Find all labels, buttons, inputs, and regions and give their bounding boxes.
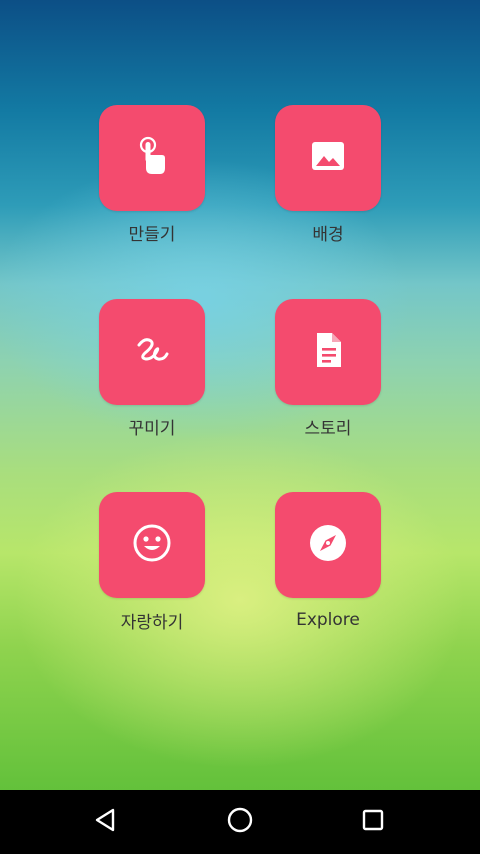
background-label: 배경 [312, 225, 344, 245]
navigation-bar [0, 790, 480, 854]
home-icon [226, 806, 254, 838]
launcher-screen: 만들기 배경 꾸미기 스토리 자랑하기 Explore [0, 0, 480, 790]
smile-icon [130, 521, 174, 569]
back-button[interactable] [88, 804, 124, 840]
story-button[interactable] [275, 299, 381, 405]
touch-icon [130, 134, 174, 182]
explore-button[interactable] [275, 492, 381, 598]
make-label: 만들기 [128, 225, 176, 245]
decorate-button[interactable] [99, 299, 205, 405]
background-button[interactable] [275, 105, 381, 211]
make-button[interactable] [99, 105, 205, 211]
back-icon [93, 807, 119, 837]
document-icon [306, 328, 350, 376]
recents-icon [361, 808, 385, 836]
scribble-icon [130, 328, 174, 376]
recents-button[interactable] [355, 804, 391, 840]
decorate-label: 꾸미기 [128, 419, 176, 439]
share-button[interactable] [99, 492, 205, 598]
home-button[interactable] [222, 804, 258, 840]
image-icon [306, 134, 350, 182]
share-label: 자랑하기 [120, 613, 184, 633]
story-label: 스토리 [304, 419, 352, 439]
compass-icon [306, 521, 350, 569]
explore-label: Explore [296, 610, 360, 630]
